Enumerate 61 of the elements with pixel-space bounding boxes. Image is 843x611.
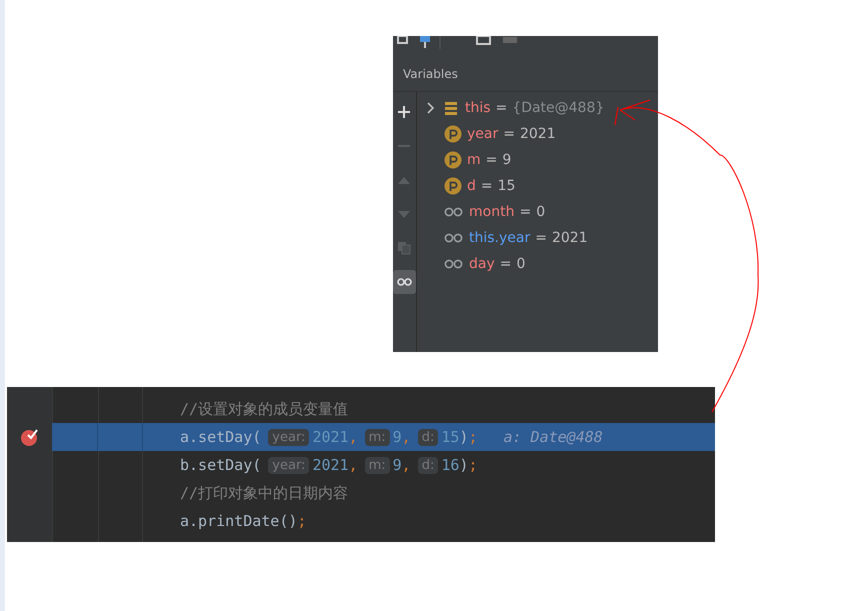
breakpoint-icon[interactable] xyxy=(20,427,40,447)
parameter-hint: m: xyxy=(364,428,390,446)
parameter-hint: d: xyxy=(418,428,438,446)
punctuation: , xyxy=(348,456,358,474)
toolbar-button[interactable] xyxy=(393,270,416,294)
code-comment: //打印对象中的日期内容 xyxy=(180,484,348,502)
variable-value: 15 xyxy=(498,178,516,194)
parameter-icon xyxy=(444,151,462,169)
variable-name: this xyxy=(465,100,491,116)
variable-value: {Date@488} xyxy=(512,100,604,116)
variable-name: this.year xyxy=(469,230,530,246)
punctuation: ; xyxy=(468,428,478,446)
punctuation: , xyxy=(402,428,411,446)
code-comment: //设置对象的成员变量值 xyxy=(180,400,348,418)
parameter-hint: d: xyxy=(418,456,438,474)
glasses-icon xyxy=(444,258,464,270)
variable-name: year xyxy=(467,126,498,142)
variable-name: m xyxy=(467,152,481,168)
code-text: a.printDate() xyxy=(180,512,298,530)
parameter-hint: year: xyxy=(268,456,310,474)
code-text: ) xyxy=(459,428,468,446)
glasses-icon xyxy=(444,206,464,218)
collapsed-chevron-icon[interactable] xyxy=(425,102,435,114)
code-text: a.setDay( xyxy=(180,428,262,446)
punctuation: ; xyxy=(468,456,478,474)
variable-value: 0 xyxy=(516,256,526,272)
variable-value: 2021 xyxy=(552,230,588,246)
panel-title: Variables xyxy=(393,50,658,92)
add-icon xyxy=(397,105,412,119)
parameter-hint: year: xyxy=(268,428,310,446)
variable-value: 0 xyxy=(536,204,546,220)
stacked-bars-icon xyxy=(444,101,460,115)
variable-name: month xyxy=(469,204,514,220)
inline-value: a: Date@488 xyxy=(503,428,603,446)
punctuation: ; xyxy=(297,512,306,530)
number-literal: 2021 xyxy=(312,456,349,474)
number-literal: 16 xyxy=(441,456,460,474)
copy-icon xyxy=(397,241,412,255)
equals-sign: = xyxy=(503,126,515,142)
variable-value: 2021 xyxy=(520,126,556,142)
variable-name: day xyxy=(469,256,495,272)
parameter-icon xyxy=(444,125,462,143)
number-literal: 9 xyxy=(392,456,402,474)
equals-sign: = xyxy=(535,230,547,246)
code-text: b.setDay( xyxy=(180,456,262,474)
parameter-hint: m: xyxy=(364,456,390,474)
number-literal: 9 xyxy=(392,428,402,446)
equals-sign: = xyxy=(496,100,508,116)
equals-sign: = xyxy=(480,178,493,194)
equals-sign: = xyxy=(486,152,498,168)
punctuation: , xyxy=(402,456,411,474)
equals-sign: = xyxy=(500,256,512,272)
code-text: ) xyxy=(459,456,468,474)
variable-name: d xyxy=(467,178,476,194)
punctuation: , xyxy=(348,428,358,446)
number-literal: 2021 xyxy=(312,428,349,446)
glasses-icon xyxy=(444,232,464,244)
variable-value: 9 xyxy=(502,152,512,168)
equals-sign: = xyxy=(519,204,532,220)
number-literal: 15 xyxy=(441,428,460,446)
parameter-icon xyxy=(444,177,462,195)
